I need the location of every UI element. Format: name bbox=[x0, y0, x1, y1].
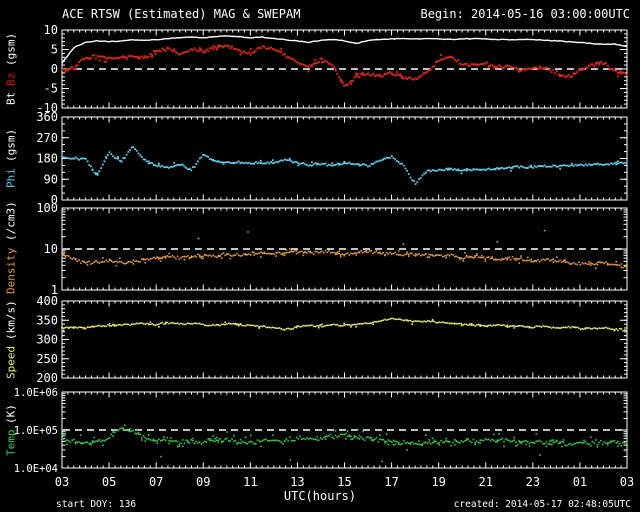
x-tick-label: 19 bbox=[431, 475, 445, 489]
y-tick-label: 360 bbox=[36, 110, 58, 124]
x-tick-label: 07 bbox=[149, 475, 163, 489]
x-tick-label: 03 bbox=[55, 475, 69, 489]
panel-mag: 1050-5-10 bbox=[36, 23, 627, 115]
y-tick-label: 1.0E+05 bbox=[14, 425, 58, 437]
y-tick-label: 400 bbox=[36, 294, 58, 308]
x-tick-label: 09 bbox=[196, 475, 210, 489]
y-tick-label: 10 bbox=[44, 242, 58, 256]
plot-area: 1050-5-103602701809001001014003503002502… bbox=[0, 0, 640, 512]
panel-phi: 360270180900 bbox=[36, 110, 627, 207]
x-tick-label: 21 bbox=[479, 475, 493, 489]
x-tick-label: 03 bbox=[620, 475, 634, 489]
y-tick-label: 300 bbox=[36, 333, 58, 347]
y-tick-label: 200 bbox=[36, 371, 58, 385]
y-tick-label: 270 bbox=[36, 131, 58, 145]
y-tick-label: 180 bbox=[36, 152, 58, 166]
y-tick-label: -5 bbox=[44, 82, 58, 96]
y-tick-label: 1.0E+04 bbox=[14, 463, 58, 475]
start-doy-label: start DOY: 136 bbox=[56, 499, 136, 510]
x-tick-label: 17 bbox=[384, 475, 398, 489]
x-tick-label: 23 bbox=[526, 475, 540, 489]
panel-speed: 400 350 300 250 200 bbox=[36, 294, 627, 385]
x-tick-label: 15 bbox=[337, 475, 351, 489]
series-phi bbox=[61, 146, 627, 185]
y-tick-label: 5 bbox=[51, 43, 58, 57]
series-speed bbox=[61, 318, 627, 332]
y-tick-label: 10 bbox=[44, 23, 58, 37]
y-tick-label: 350 bbox=[36, 313, 58, 327]
panel-density: 100101 bbox=[36, 201, 627, 297]
y-tick-label: 1.0E+06 bbox=[14, 387, 58, 399]
y-tick-label: 90 bbox=[44, 172, 58, 186]
x-tick-label: 13 bbox=[290, 475, 304, 489]
y-tick-label: 0 bbox=[51, 62, 58, 76]
y-tick-label: 250 bbox=[36, 352, 58, 366]
x-tick-label: 05 bbox=[102, 475, 116, 489]
created-timestamp: created: 2014-05-17 02:48:05UTC bbox=[454, 499, 631, 510]
x-axis-tick-labels: 03 05 07 09 11 13 15 17 19 21 23 01 03 bbox=[55, 475, 634, 489]
series-bt bbox=[62, 36, 627, 64]
series-bz bbox=[61, 44, 627, 86]
x-tick-label: 01 bbox=[573, 475, 587, 489]
x-tick-label: 11 bbox=[243, 475, 257, 489]
panel-temp: 1.0E+06 1.0E+05 1.0E+04 bbox=[14, 387, 627, 475]
y-tick-label: 100 bbox=[36, 201, 58, 215]
